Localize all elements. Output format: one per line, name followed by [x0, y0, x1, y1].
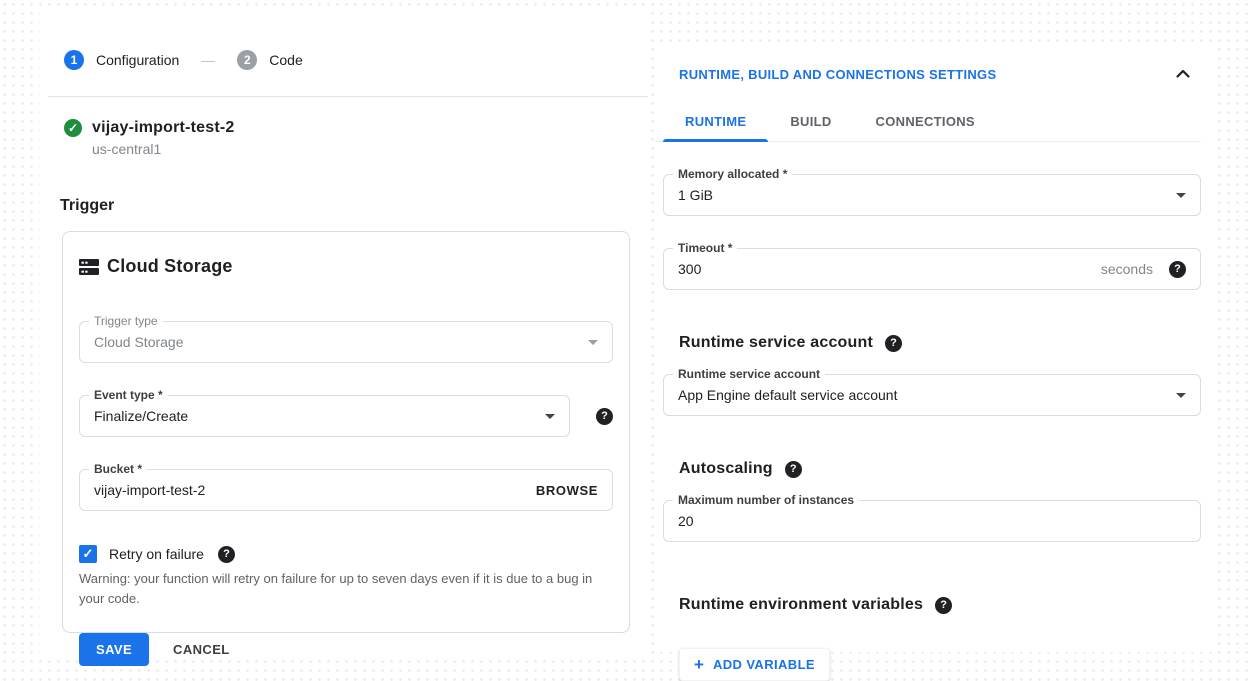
env-vars-title: Runtime environment variables: [679, 596, 923, 614]
cancel-button[interactable]: CANCEL: [173, 642, 230, 657]
settings-header[interactable]: RUNTIME, BUILD AND CONNECTIONS SETTINGS: [655, 46, 1215, 82]
service-account-help-icon[interactable]: ?: [885, 335, 902, 352]
chevron-down-icon: [1176, 393, 1186, 398]
event-type-value: Finalize/Create: [94, 408, 188, 424]
trigger-type-value: Cloud Storage: [94, 334, 184, 350]
timeout-suffix: seconds: [1101, 261, 1153, 277]
bucket-value[interactable]: vijay-import-test-2: [94, 482, 205, 498]
autoscaling-help-icon[interactable]: ?: [785, 461, 802, 478]
timeout-label: Timeout *: [673, 241, 737, 255]
add-variable-label: ADD VARIABLE: [713, 657, 815, 672]
settings-header-title[interactable]: RUNTIME, BUILD AND CONNECTIONS SETTINGS: [679, 67, 996, 82]
timeout-value[interactable]: 300: [678, 261, 701, 277]
memory-allocated-select[interactable]: Memory allocated * 1 GiB: [663, 174, 1201, 216]
memory-allocated-value: 1 GiB: [678, 187, 713, 203]
trigger-card-title: Cloud Storage: [107, 256, 233, 277]
event-type-help-icon[interactable]: ?: [596, 408, 613, 425]
retry-help-icon[interactable]: ?: [218, 546, 235, 563]
bucket-label: Bucket *: [89, 462, 147, 476]
chevron-down-icon: [545, 414, 555, 419]
save-button[interactable]: SAVE: [79, 633, 149, 666]
collapse-chevron-icon[interactable]: [1175, 66, 1191, 82]
runtime-service-account-label: Runtime service account: [673, 367, 825, 381]
cloud-storage-icon: [79, 258, 99, 276]
retry-on-failure-label[interactable]: Retry on failure: [109, 546, 204, 562]
step-2-label[interactable]: Code: [269, 52, 302, 68]
max-instances-label: Maximum number of instances: [673, 493, 859, 507]
autoscaling-title: Autoscaling: [679, 460, 773, 478]
step-1-circle[interactable]: 1: [64, 50, 84, 70]
runtime-service-account-select[interactable]: Runtime service account App Engine defau…: [663, 374, 1201, 416]
runtime-service-account-value: App Engine default service account: [678, 387, 897, 403]
add-variable-button[interactable]: + ADD VARIABLE: [679, 648, 830, 681]
retry-warning-text: Warning: your function will retry on fai…: [79, 569, 613, 609]
event-type-select[interactable]: Event type * Finalize/Create: [79, 395, 570, 437]
runtime-service-account-title: Runtime service account: [679, 334, 873, 352]
env-vars-help-icon[interactable]: ?: [935, 597, 952, 614]
chevron-down-icon: [588, 340, 598, 345]
event-type-label: Event type *: [89, 388, 168, 402]
trigger-type-select[interactable]: Trigger type Cloud Storage: [79, 321, 613, 363]
step-1-label[interactable]: Configuration: [96, 52, 179, 68]
stepper: 1 Configuration — 2 Code: [40, 8, 648, 70]
function-identity: ✓ vijay-import-test-2: [40, 97, 648, 137]
timeout-help-icon[interactable]: ?: [1169, 261, 1186, 278]
bucket-field[interactable]: Bucket * vijay-import-test-2 BROWSE: [79, 469, 613, 511]
stepper-dash-icon: —: [201, 52, 215, 68]
trigger-section-title: Trigger: [40, 157, 648, 215]
plus-icon: +: [694, 656, 704, 673]
tab-connections[interactable]: CONNECTIONS: [854, 104, 997, 141]
max-instances-value[interactable]: 20: [678, 513, 694, 529]
timeout-field[interactable]: Timeout * 300 seconds ?: [663, 248, 1201, 290]
tab-build[interactable]: BUILD: [768, 104, 853, 141]
browse-button[interactable]: BROWSE: [536, 483, 598, 498]
runtime-settings-panel: RUNTIME, BUILD AND CONNECTIONS SETTINGS …: [655, 46, 1215, 652]
configuration-panel: 1 Configuration — 2 Code ✓ vijay-import-…: [40, 8, 648, 656]
tab-runtime[interactable]: RUNTIME: [663, 104, 768, 141]
success-check-icon: ✓: [64, 119, 82, 137]
step-2-circle[interactable]: 2: [237, 50, 257, 70]
retry-on-failure-checkbox[interactable]: ✓: [79, 545, 97, 563]
function-region: us-central1: [40, 137, 648, 157]
chevron-down-icon: [1176, 193, 1186, 198]
settings-tabs: RUNTIME BUILD CONNECTIONS: [655, 104, 1201, 142]
trigger-type-label: Trigger type: [89, 314, 163, 328]
function-name: vijay-import-test-2: [92, 119, 235, 137]
trigger-card: Cloud Storage Trigger type Cloud Storage…: [62, 231, 630, 633]
trigger-card-header: Cloud Storage: [79, 256, 613, 277]
max-instances-field[interactable]: Maximum number of instances 20: [663, 500, 1201, 542]
memory-allocated-label: Memory allocated *: [673, 167, 792, 181]
